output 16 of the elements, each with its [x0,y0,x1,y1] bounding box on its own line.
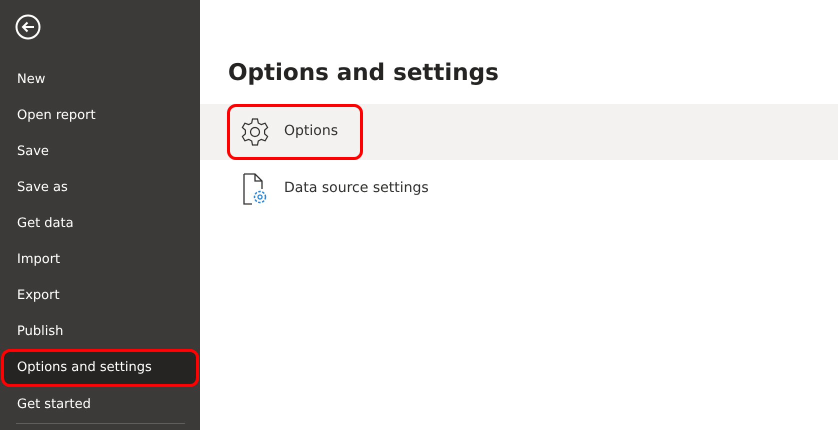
menu-item[interactable]: Save [2,134,198,170]
option-row[interactable]: Options [200,104,838,160]
menu-item[interactable]: Open report [2,98,198,134]
back-icon[interactable] [15,14,41,40]
menu-item[interactable]: Options and settings [2,350,198,386]
menu-item[interactable]: Export [2,278,198,314]
menu-item[interactable]: Get started [2,387,198,423]
page-title: Options and settings [228,60,500,88]
option-label: Options [284,122,338,142]
menu-item[interactable]: Get data [2,206,198,242]
option-row[interactable]: Data source settings [200,160,838,217]
menu-item[interactable]: New [2,62,198,98]
menu-item[interactable]: Publish [2,314,198,350]
menu-item[interactable]: Save as [2,170,198,206]
menu-item[interactable]: Import [2,242,198,278]
option-label: Data source settings [284,179,429,198]
